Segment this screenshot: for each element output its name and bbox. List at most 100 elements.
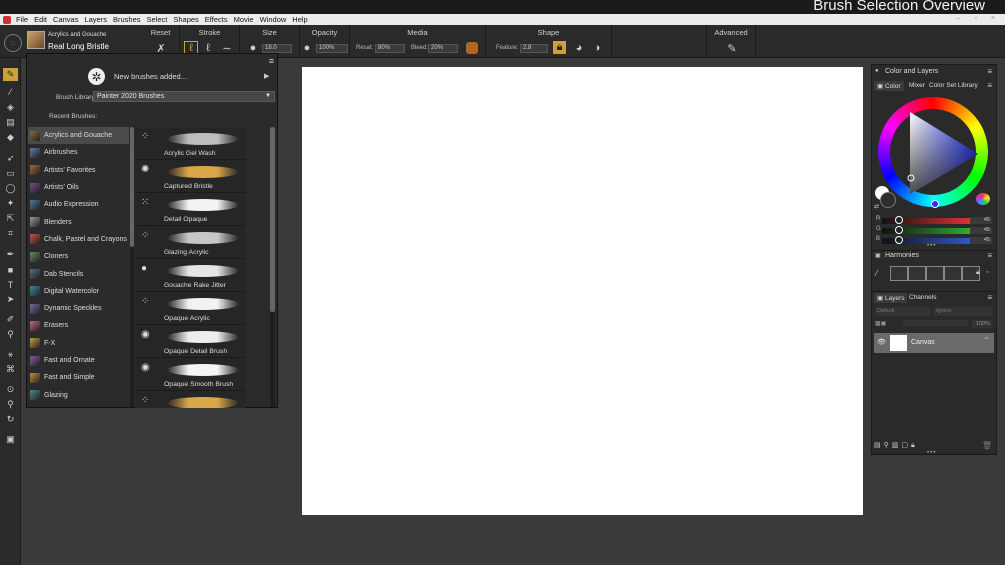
more-options-icon[interactable]: ••• (927, 243, 936, 249)
menu-shapes[interactable]: Shapes (170, 15, 201, 24)
menu-movie[interactable]: Movie (231, 15, 257, 24)
brush-tool-icon[interactable]: ✎ (3, 68, 18, 81)
shape-dab-icon[interactable]: ◑ (590, 41, 604, 55)
size-field[interactable]: 18.0 (262, 44, 292, 53)
eraser-tool-icon[interactable]: ◆ (3, 131, 18, 144)
shape-blend-icon[interactable]: ◕ (572, 41, 586, 55)
harmony-options-icon[interactable]: ▫ (986, 269, 988, 276)
brush-category-item[interactable]: Artists' Oils (28, 179, 129, 196)
menu-edit[interactable]: Edit (31, 15, 50, 24)
menu-window[interactable]: Window (257, 15, 290, 24)
layer-actions-icons[interactable]: ▤⚲▥▢🔒︎ (874, 441, 918, 450)
transform-tool-icon[interactable]: ⇱ (3, 212, 18, 225)
brush-variant-item[interactable]: ✺ Captured Bristle (135, 160, 246, 193)
menu-help[interactable]: Help (289, 15, 310, 24)
delete-layer-icon[interactable]: 🗑︎ (982, 441, 992, 450)
mirror-painting-icon[interactable]: ⚹ (3, 348, 18, 361)
brush-category-item[interactable]: Acrylics and Gouache (28, 127, 129, 145)
resat-field[interactable]: 80% (375, 44, 405, 53)
variant-scrollbar[interactable] (270, 127, 275, 407)
brush-category-item[interactable]: Fast and Simple (28, 369, 129, 386)
text-tool-icon[interactable]: T (3, 278, 18, 291)
lasso-tool-icon[interactable]: ◯ (3, 182, 18, 195)
shape-selection-icon[interactable]: ➤ (3, 293, 18, 306)
lock-icon[interactable]: 🔒︎ (976, 269, 980, 277)
lock-icon[interactable]: 🔒︎ (553, 41, 566, 54)
harmony-swatch[interactable] (926, 266, 944, 281)
hue-indicator[interactable] (931, 200, 939, 208)
menu-canvas[interactable]: Canvas (50, 15, 81, 24)
brush-variant-item[interactable]: ⁘ Opaque Acrylic (135, 292, 246, 325)
grabber-tool-icon[interactable]: ⊙ (3, 383, 18, 396)
layer-opacity-field[interactable]: 100% (972, 320, 992, 328)
category-scroll-thumb[interactable] (130, 127, 134, 247)
brush-category-item[interactable]: Airbrushes (28, 144, 129, 161)
color-wheel-icon[interactable] (976, 193, 990, 205)
media-color-icon[interactable] (466, 42, 478, 54)
cloner-tool-icon[interactable]: ✐ (3, 313, 18, 326)
composite-select[interactable]: Ignore (934, 307, 992, 316)
advanced-controls-icon[interactable]: ✎ (725, 41, 739, 55)
harmonies-menu-icon[interactable]: ≡ (987, 251, 992, 260)
eyedropper-icon[interactable]: ⁄ (876, 269, 877, 278)
menu-file[interactable]: File (13, 15, 31, 24)
rgb-value-field[interactable]: 45 (970, 227, 992, 234)
rgb-slider-knob[interactable] (895, 226, 903, 234)
brush-library-select[interactable]: Painter 2020 Brushes ▼ (93, 91, 275, 102)
brush-category-item[interactable]: Erasers (28, 317, 129, 334)
main-color-swatch[interactable] (880, 192, 896, 208)
swap-colors-icon[interactable]: ⇄ (874, 203, 879, 210)
feature-field[interactable]: 2.8 (520, 44, 548, 53)
brush-category-item[interactable]: Cloners (28, 248, 129, 265)
more-options-icon[interactable]: ••• (927, 450, 936, 456)
pen-tool-icon[interactable]: ✒ (3, 248, 18, 261)
brush-category-item[interactable]: Dynamic Speckles (28, 300, 129, 317)
brush-variant-item[interactable]: ⁙ Detail Opaque (135, 193, 246, 226)
brush-category-item[interactable]: Dab Stencils (28, 265, 129, 282)
brush-category-item[interactable]: Glazing (28, 386, 129, 403)
tab-color[interactable]: ▣ Color (874, 81, 904, 91)
layer-opacity-slider[interactable] (902, 320, 968, 326)
chevron-right-icon[interactable]: ▶ (264, 72, 269, 80)
layer-link-icon[interactable]: ⇔ (983, 335, 990, 342)
rubber-stamp-icon[interactable]: ⚲ (3, 328, 18, 341)
menu-effects[interactable]: Effects (202, 15, 231, 24)
rectangle-select-icon[interactable]: ▭ (3, 167, 18, 180)
harmonies-expand-icon[interactable]: ▣ (875, 252, 881, 259)
paint-bucket-icon[interactable]: ◈ (3, 101, 18, 114)
brush-selector-button[interactable] (27, 31, 45, 49)
new-brushes-link[interactable]: New brushes added... (114, 72, 187, 81)
layers-menu-icon[interactable]: ≡ (987, 293, 992, 302)
brush-variant-item[interactable]: ⁘ (135, 391, 246, 408)
harmony-swatch[interactable] (944, 266, 962, 281)
harmony-swatch[interactable] (890, 266, 908, 281)
variant-scroll-thumb[interactable] (270, 127, 275, 312)
brush-category-item[interactable]: Blenders (28, 213, 129, 230)
layer-row-canvas[interactable]: 👁︎ Canvas ⇔ (874, 333, 994, 353)
brush-category-item[interactable]: Artists' Favorites (28, 162, 129, 179)
brush-category-item[interactable]: Digital Watercolor (28, 283, 129, 300)
paper-color-icon[interactable]: ▣ (3, 433, 18, 446)
opacity-field[interactable]: 100% (316, 44, 348, 53)
rgb-value-field[interactable]: 45 (970, 237, 992, 244)
document-canvas[interactable] (302, 67, 863, 515)
blend-mode-select[interactable]: Default (875, 307, 931, 316)
brush-dab-icon[interactable]: ◌ (4, 34, 22, 52)
bleed-field[interactable]: 20% (428, 44, 458, 53)
rotate-page-icon[interactable]: ↻ (3, 413, 18, 426)
rgb-slider-knob[interactable] (895, 216, 903, 224)
color-menu-icon[interactable]: ≡ (987, 81, 992, 90)
menu-select[interactable]: Select (144, 15, 171, 24)
crop-tool-icon[interactable]: ⌗ (3, 227, 18, 240)
menu-layers[interactable]: Layers (81, 15, 110, 24)
brush-variant-item[interactable]: ◉ Opaque Smooth Brush (135, 358, 246, 391)
harmony-swatch[interactable] (908, 266, 926, 281)
rgb-slider-knob[interactable] (895, 236, 903, 244)
dropper-tool-icon[interactable]: ⁄ (3, 85, 18, 98)
gear-icon[interactable]: ✲ (88, 68, 105, 85)
window-controls[interactable]: – ▫ × (957, 15, 1001, 22)
panel-menu-icon[interactable]: ≡ (269, 56, 274, 66)
category-scrollbar[interactable] (130, 127, 134, 407)
shape-tool-icon[interactable]: ■ (3, 263, 18, 276)
preserve-transparency-icon[interactable]: ▩▣ (875, 320, 886, 327)
